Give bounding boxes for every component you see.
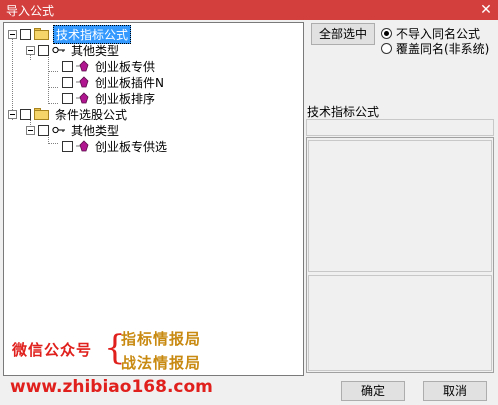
formula-icon	[76, 92, 89, 104]
node-checkbox[interactable]	[62, 76, 73, 88]
tree-line	[48, 103, 58, 104]
radio-overwrite-label: 覆盖同名(非系统)	[396, 42, 490, 56]
collapse-icon[interactable]	[26, 125, 35, 135]
watermark-wechat: 微信公众号	[12, 341, 93, 359]
detail-notes-box[interactable]	[308, 275, 492, 371]
select-all-button[interactable]: 全部选中	[311, 23, 375, 45]
tree-node-folder[interactable]: 技术指标公式	[8, 24, 132, 44]
title-bar: 导入公式 ✕	[0, 0, 498, 20]
tree-node-formula[interactable]: 创业板专供选	[62, 138, 169, 154]
node-checkbox[interactable]	[62, 60, 73, 72]
node-label[interactable]: 其他类型	[69, 122, 121, 139]
node-checkbox[interactable]	[20, 108, 31, 120]
watermark-brand2: 战法情报局	[121, 354, 202, 372]
key-icon	[52, 46, 65, 54]
node-checkbox[interactable]	[62, 140, 73, 152]
tree-line	[48, 52, 49, 104]
ok-button[interactable]: 确定	[341, 381, 405, 401]
tree-node-category[interactable]: 其他类型	[26, 42, 121, 58]
folder-icon	[34, 108, 50, 120]
formula-icon	[76, 140, 89, 152]
tree-node-formula[interactable]: 创业板排序	[62, 90, 157, 106]
collapse-icon[interactable]	[8, 29, 17, 39]
detail-description-box[interactable]	[308, 140, 492, 272]
radio-skip-same-name[interactable]: 不导入同名公式	[381, 26, 480, 41]
watermark-brand1: 指标情报局	[121, 330, 202, 348]
watermark-url: www.zhibiao168.com	[10, 377, 213, 397]
radio-skip-icon[interactable]	[381, 28, 392, 39]
radio-overwrite-same-name[interactable]: 覆盖同名(非系统)	[381, 41, 489, 56]
detail-info-bar	[306, 119, 494, 136]
tree-line	[48, 143, 58, 144]
window-title: 导入公式	[6, 3, 55, 18]
node-label[interactable]: 创业板插件N	[93, 74, 166, 91]
tree-node-formula[interactable]: 创业板插件N	[62, 74, 166, 90]
formula-icon	[76, 76, 89, 88]
folder-icon	[34, 28, 50, 40]
close-icon[interactable]: ✕	[478, 2, 494, 18]
tree-line	[48, 87, 58, 88]
formula-tree[interactable]: 技术指标公式 其他类型 创业板专供 创业板插件N 创业板排序 条件选股公式 其他…	[3, 22, 304, 376]
tree-node-category[interactable]: 其他类型	[26, 122, 121, 138]
tree-line	[48, 71, 58, 72]
node-label[interactable]: 创业板排序	[93, 90, 157, 107]
node-label[interactable]: 其他类型	[69, 42, 121, 59]
node-checkbox[interactable]	[62, 92, 73, 104]
key-icon	[52, 126, 65, 134]
node-checkbox[interactable]	[20, 28, 31, 40]
tree-node-folder[interactable]: 条件选股公式	[8, 106, 129, 122]
cancel-button[interactable]: 取消	[423, 381, 487, 401]
collapse-icon[interactable]	[26, 45, 35, 55]
formula-icon	[76, 60, 89, 72]
collapse-icon[interactable]	[8, 109, 17, 119]
radio-overwrite-icon[interactable]	[381, 43, 392, 54]
node-label[interactable]: 创业板专供选	[93, 138, 169, 155]
node-label[interactable]: 创业板专供	[93, 58, 157, 75]
node-checkbox[interactable]	[38, 124, 49, 136]
node-label[interactable]: 条件选股公式	[53, 106, 129, 123]
tree-node-formula[interactable]: 创业板专供	[62, 58, 157, 74]
node-checkbox[interactable]	[38, 44, 49, 56]
detail-label: 技术指标公式	[307, 105, 380, 119]
